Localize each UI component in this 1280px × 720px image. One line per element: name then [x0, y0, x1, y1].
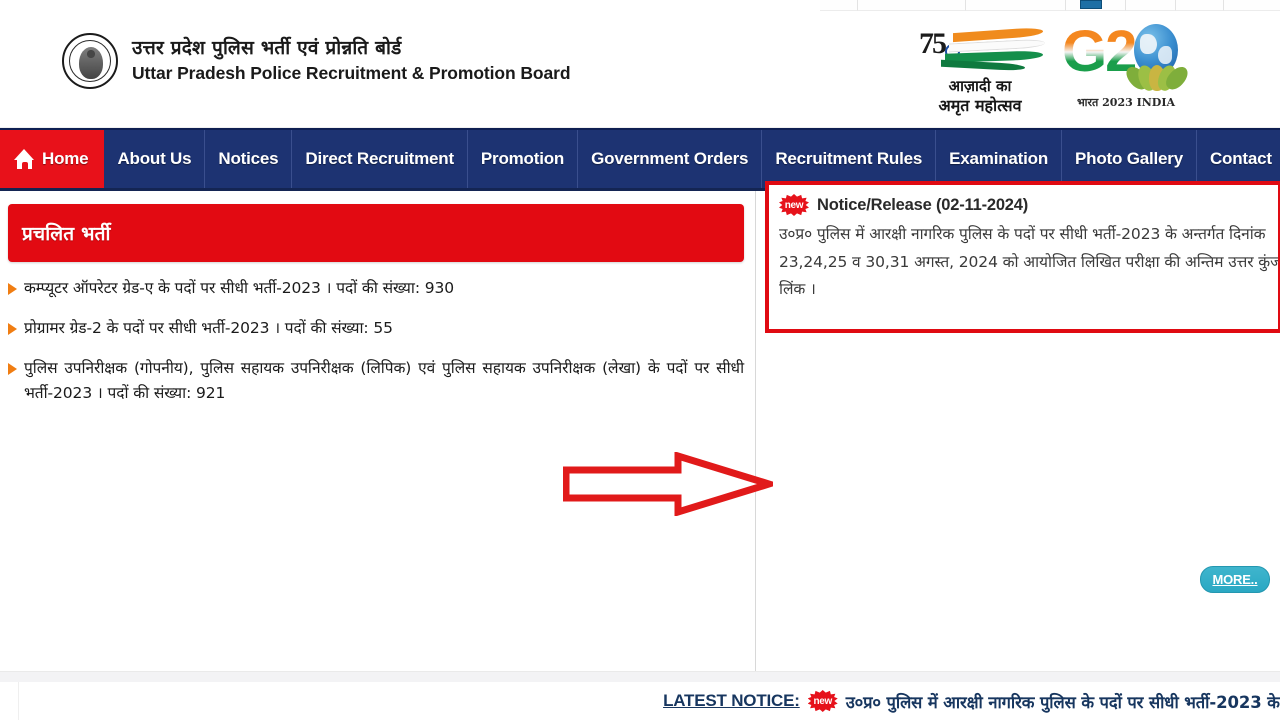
nav-label: Recruitment Rules: [775, 149, 923, 168]
ticker-separator: [0, 671, 1280, 682]
notice-title: Notice/Release (02-11-2024): [817, 195, 1029, 214]
notice-line-3: लिंक ।: [779, 280, 816, 299]
nav-item-home[interactable]: Home: [0, 130, 105, 188]
list-item-text: कम्प्यूटर ऑपरेटर ग्रेड-ए के पदों पर सीधी…: [24, 279, 455, 297]
nav-label: About Us: [117, 149, 192, 168]
site-title-hindi: उत्तर प्रदेश पुलिस भर्ती एवं प्रोन्नति ब…: [132, 37, 402, 60]
azadi-caption-line2: अमृत महोत्सव: [938, 95, 1022, 115]
arrow-bullet-icon: [8, 363, 17, 376]
state-emblem-icon: [62, 33, 118, 89]
new-badge-label: new: [813, 695, 832, 707]
nav-item-about-us[interactable]: About Us: [104, 130, 206, 188]
brand-block[interactable]: उत्तर प्रदेश पुलिस भर्ती एवं प्रोन्नति ब…: [62, 33, 571, 89]
list-item-text: प्रोग्रामर ग्रेड-2 के पदों पर सीधी भर्ती…: [24, 319, 393, 338]
fragment-cell: [820, 0, 858, 11]
ticker-text: उ०प्र० पुलिस में आरक्षी नागरिक पुलिस के …: [845, 692, 1280, 712]
home-icon: [14, 149, 35, 169]
arrow-bullet-icon: [8, 323, 17, 336]
fragment-cell: [1066, 0, 1126, 11]
nav-label: Direct Recruitment: [305, 149, 454, 168]
list-item-text: पुलिस उपनिरीक्षक (गोपनीय), पुलिस सहायक उ…: [24, 359, 744, 403]
nav-label: Notices: [218, 149, 279, 168]
new-badge-label: new: [784, 199, 804, 211]
notice-line-2: 23,24,25 व 30,31 अगस्त, 2024 को आयोजित ल…: [779, 252, 1280, 271]
nav-label: Photo Gallery: [1075, 149, 1183, 168]
page-root: उत्तर प्रदेश पुलिस भर्ती एवं प्रोन्नति ब…: [0, 0, 1280, 720]
left-panel-title: प्रचलित भर्ती: [22, 223, 111, 245]
nav-label: Contact: [1209, 149, 1272, 168]
brand-text: उत्तर प्रदेश पुलिस भर्ती एवं प्रोन्नति ब…: [132, 36, 571, 85]
notice-line-1: उ०प्र० पुलिस में आरक्षी नागरिक पुलिस के …: [779, 225, 1266, 243]
new-badge-icon: new: [779, 194, 809, 216]
g20-wordmark: G2: [1062, 19, 1137, 84]
nav-item-photo-gallery[interactable]: Photo Gallery: [1062, 130, 1197, 188]
g20-caption: भारत 2023 INDIA: [1066, 95, 1186, 110]
fragment-cell: [966, 0, 1066, 11]
ticker-inner: LATEST NOTICE: new उ०प्र० पुलिस में आरक्…: [663, 690, 1280, 713]
site-header: उत्तर प्रदेश पुलिस भर्ती एवं प्रोन्नति ब…: [0, 11, 1280, 128]
list-item[interactable]: प्रोग्रामर ग्रेड-2 के पदों पर सीधी भर्ती…: [8, 316, 744, 341]
fragment-cell: [1176, 0, 1224, 11]
left-panel-header: प्रचलित भर्ती: [8, 204, 744, 262]
fragment-cell: [1224, 0, 1280, 11]
latest-notice-ticker[interactable]: LATEST NOTICE: new उ०प्र० पुलिस में आरक्…: [18, 682, 1280, 720]
nav-item-recruitment-rules[interactable]: Recruitment Rules: [762, 130, 937, 188]
list-item[interactable]: पुलिस उपनिरीक्षक (गोपनीय), पुलिस सहायक उ…: [8, 356, 744, 406]
azadi-caption-line1: आज़ादी का: [948, 77, 1012, 95]
azadi-ka-amrit-mahotsav-logo: 75 आज़ादी का अमृत महोत्सव: [905, 25, 1055, 123]
notice-title-row: new Notice/Release (02-11-2024): [779, 194, 1266, 216]
nav-item-contact[interactable]: Contact: [1197, 130, 1280, 188]
highlighted-notice-box[interactable]: new Notice/Release (02-11-2024) उ०प्र० प…: [765, 181, 1280, 333]
nav-label: Promotion: [480, 149, 565, 168]
fragment-cell: [858, 0, 966, 11]
top-table-fragment: [820, 0, 1280, 11]
site-title-english: Uttar Pradesh Police Recruitment & Promo…: [132, 63, 571, 83]
nav-item-direct-recruitment[interactable]: Direct Recruitment: [292, 130, 468, 188]
blue-chip-icon: [1080, 0, 1102, 9]
arrow-bullet-icon: [8, 283, 17, 295]
notice-body: उ०प्र० पुलिस में आरक्षी नागरिक पुलिस के …: [779, 221, 1280, 304]
nav-item-notices[interactable]: Notices: [205, 130, 293, 188]
list-item[interactable]: कम्प्यूटर ऑपरेटर ग्रेड-ए के पदों पर सीधी…: [8, 276, 744, 301]
prachalit-bharti-panel: प्रचलित भर्ती कम्प्यूटर ऑपरेटर ग्रेड-ए क…: [8, 204, 744, 421]
g20-logo: G2 भारत 2023 INDIA: [1062, 19, 1192, 125]
column-divider: [755, 191, 756, 671]
nav-item-examination[interactable]: Examination: [936, 130, 1063, 188]
flag-wave-green-2: [941, 59, 1025, 72]
recruitment-list: कम्प्यूटर ऑपरेटर ग्रेड-ए के पदों पर सीधी…: [8, 276, 744, 406]
azadi-flag-art: 75: [905, 25, 1055, 77]
more-button[interactable]: MORE..: [1200, 566, 1270, 593]
fragment-cell: [1126, 0, 1176, 11]
nav-label-home: Home: [42, 149, 89, 168]
g20-lotus-icon: [1122, 57, 1192, 94]
new-badge-icon: new: [807, 690, 838, 712]
g20-caption-english: 2023 INDIA: [1102, 96, 1176, 109]
nav-item-government-orders[interactable]: Government Orders: [578, 130, 763, 188]
more-button-label: MORE..: [1212, 572, 1258, 587]
ticker-label: LATEST NOTICE:: [663, 691, 800, 710]
nav-label: Examination: [949, 149, 1049, 168]
nav-label: Government Orders: [591, 149, 749, 168]
azadi-number: 75: [919, 27, 947, 60]
g20-caption-hindi: भारत: [1076, 96, 1099, 109]
nav-item-promotion[interactable]: Promotion: [468, 130, 579, 188]
